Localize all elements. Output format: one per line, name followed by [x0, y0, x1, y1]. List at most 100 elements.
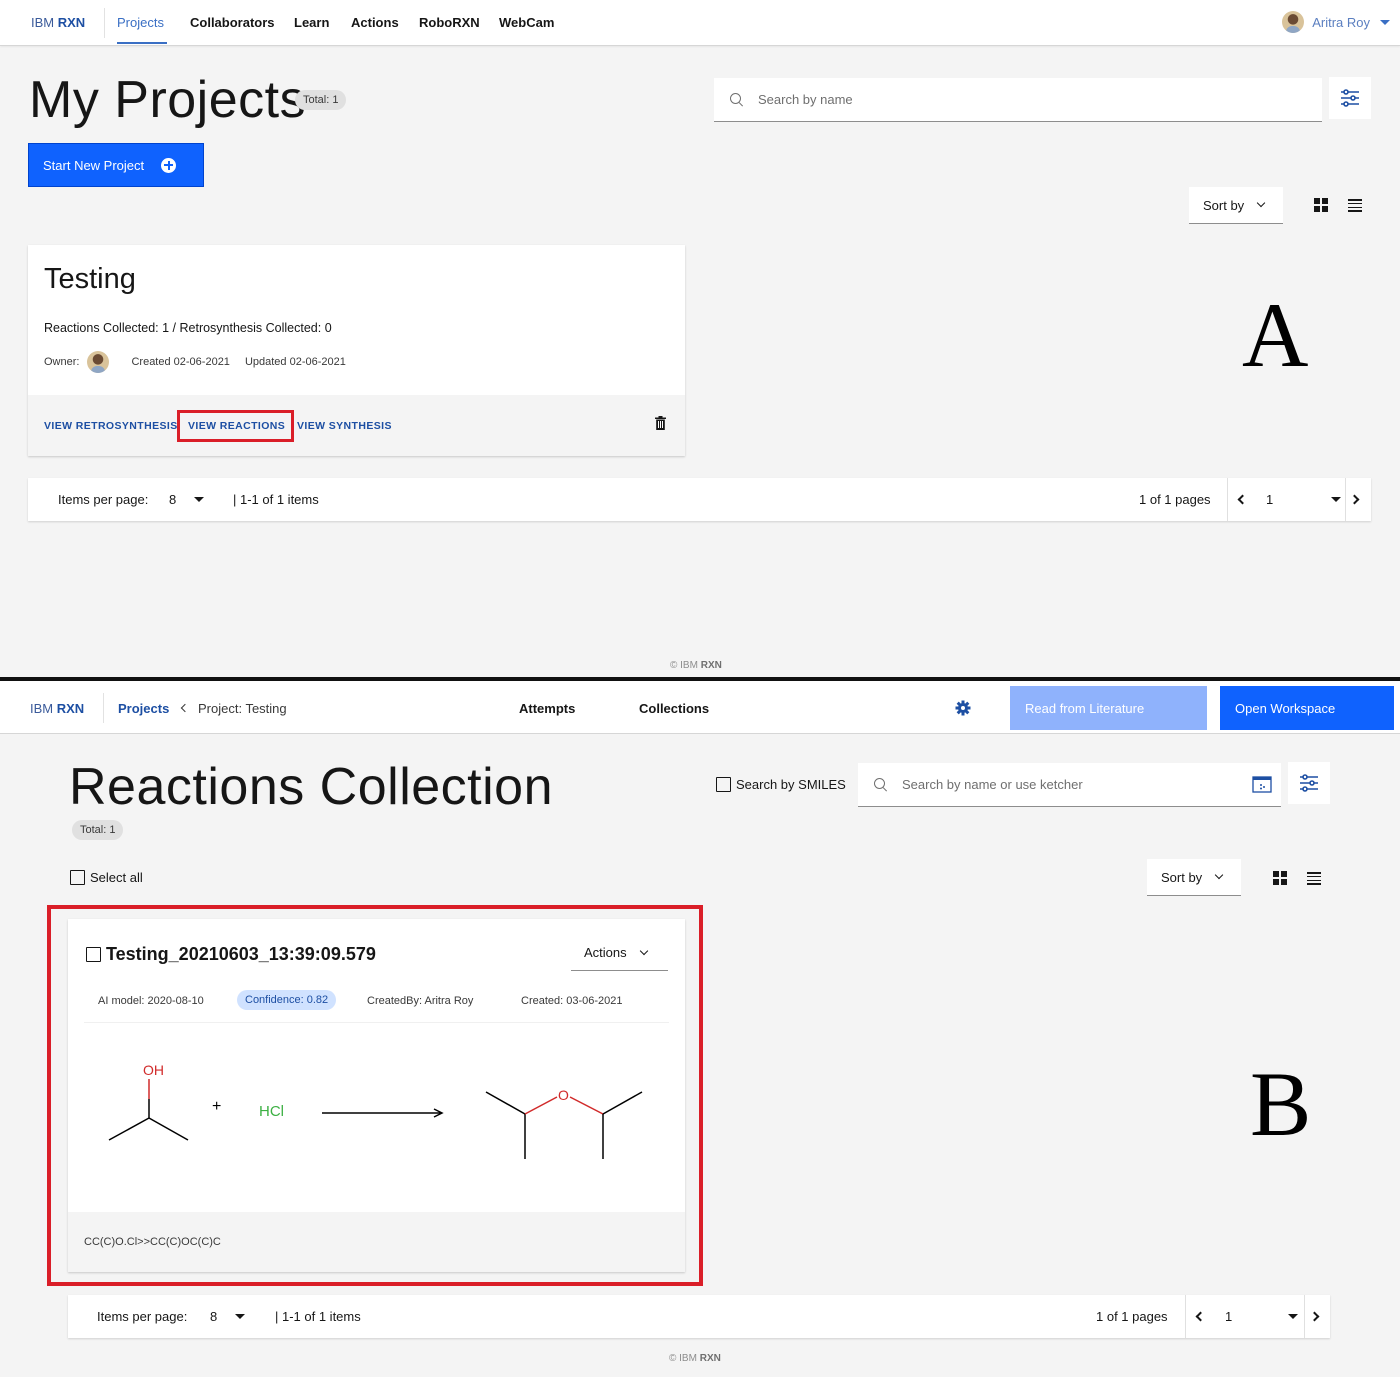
page-select[interactable]: 1 — [1225, 1309, 1299, 1324]
reaction-select-checkbox[interactable] — [86, 947, 101, 962]
select-all-checkbox[interactable] — [70, 870, 85, 885]
items-range: | 1-1 of 1 items — [233, 492, 319, 507]
project-card[interactable]: Testing Reactions Collected: 1 / Retrosy… — [28, 245, 685, 456]
open-workspace-button[interactable]: Open Workspace — [1220, 686, 1394, 730]
next-page-icon[interactable] — [1349, 494, 1360, 505]
breadcrumb-projects[interactable]: Projects — [118, 701, 169, 716]
panel-label-a: A — [1242, 284, 1309, 386]
prev-page-icon[interactable] — [1237, 494, 1248, 505]
view-retrosynthesis-link[interactable]: VIEW RETROSYNTHESIS — [44, 420, 178, 432]
caret-down-icon — [235, 1314, 246, 1319]
sort-by-dropdown[interactable]: Sort by — [1189, 187, 1283, 224]
items-range: | 1-1 of 1 items — [275, 1309, 361, 1324]
owner-avatar — [87, 351, 110, 373]
footer-brand-name: RXN — [700, 660, 722, 671]
list-view-icon[interactable] — [1307, 872, 1321, 885]
tab-collections[interactable]: Collections — [639, 701, 709, 716]
trash-icon[interactable] — [655, 416, 666, 430]
pager-divider — [1304, 1295, 1305, 1338]
gear-icon[interactable] — [955, 700, 971, 716]
total-badge: Total: 1 — [295, 90, 347, 110]
reactant-isopropanol: OH — [108, 1062, 189, 1141]
nav-divider — [103, 693, 104, 723]
next-page-icon[interactable] — [1309, 1311, 1320, 1322]
user-menu[interactable]: Aritra Roy — [1282, 11, 1390, 33]
start-new-project-label: Start New Project — [43, 157, 145, 173]
chevron-down-icon — [1256, 198, 1266, 208]
copyright-symbol: © — [670, 660, 678, 671]
search-by-smiles-toggle[interactable]: Search by SMILES — [716, 777, 846, 792]
project-card-footer: VIEW RETROSYNTHESIS VIEW REACTIONS VIEW … — [28, 395, 685, 456]
nav-actions[interactable]: Actions — [351, 15, 399, 30]
panel-a-my-projects: IBM RXN Projects Collaborators Learn Act… — [0, 0, 1400, 677]
search-icon — [729, 92, 745, 108]
footer-brand-prefix: IBM — [679, 1353, 697, 1364]
nav-learn[interactable]: Learn — [294, 15, 329, 30]
bond-o-c — [569, 1096, 604, 1115]
view-reactions-link[interactable]: VIEW REACTIONS — [188, 420, 285, 432]
reaction-card[interactable]: Testing_20210603_13:39:09.579 Actions AI… — [68, 919, 685, 1272]
view-synthesis-link[interactable]: VIEW SYNTHESIS — [297, 420, 392, 432]
select-all-toggle[interactable]: Select all — [70, 870, 143, 885]
brand-logo[interactable]: IBM RXN — [31, 15, 85, 30]
actions-dropdown[interactable]: Actions — [571, 935, 668, 971]
nav-collaborators[interactable]: Collaborators — [190, 15, 275, 30]
page-select[interactable]: 1 — [1266, 492, 1342, 507]
top-navigation: IBM RXN Projects Collaborators Learn Act… — [0, 0, 1400, 46]
breadcrumb-chevron-icon — [180, 703, 190, 713]
plus-sign: + — [212, 1098, 221, 1115]
nav-webcam[interactable]: WebCam — [499, 15, 554, 30]
updated-date: Updated 02-06-2021 — [244, 356, 346, 368]
nav-roborxn[interactable]: RoboRXN — [419, 15, 480, 30]
bond-c-o — [524, 1096, 558, 1115]
o-label: O — [558, 1087, 569, 1103]
footer-brand-prefix: IBM — [680, 660, 698, 671]
ai-model: AI model: 2020-08-10 — [98, 995, 204, 1007]
current-page: 1 — [1266, 492, 1274, 507]
brand-prefix: IBM — [30, 701, 54, 716]
reaction-arrow — [322, 1108, 444, 1118]
pager-divider — [1185, 1295, 1186, 1338]
sliders-icon — [1341, 89, 1359, 107]
bond-c-ch3-right — [148, 1117, 189, 1141]
created-date: Created: 03-06-2021 — [521, 995, 623, 1007]
search-by-smiles-checkbox[interactable] — [716, 777, 731, 792]
items-per-page-select[interactable]: 8 — [169, 492, 205, 507]
sliders-icon — [1300, 774, 1318, 792]
bond — [485, 1091, 526, 1115]
panel-b-reactions-collection: IBM RXN Projects Project: Testing Attemp… — [0, 681, 1400, 1377]
tab-attempts[interactable]: Attempts — [519, 701, 575, 716]
bond-c-ch3-left — [108, 1117, 150, 1141]
search-field[interactable] — [714, 78, 1322, 122]
nav-projects[interactable]: Projects — [117, 15, 164, 30]
pages-count: 1 of 1 pages — [1139, 492, 1211, 507]
items-per-page-value: 8 — [210, 1309, 218, 1324]
page-title: Reactions Collection — [69, 758, 554, 816]
read-from-literature-button[interactable]: Read from Literature — [1010, 686, 1207, 730]
search-field[interactable] — [858, 763, 1281, 807]
nav-divider — [104, 8, 105, 38]
footer-brand-name: RXN — [699, 1353, 721, 1364]
chevron-down-icon — [1214, 870, 1224, 880]
prev-page-icon[interactable] — [1195, 1311, 1206, 1322]
brand-logo[interactable]: IBM RXN — [30, 701, 84, 716]
oh-label: OH — [143, 1062, 164, 1078]
start-new-project-button[interactable]: Start New Project — [28, 143, 204, 187]
filter-button[interactable] — [1329, 77, 1371, 119]
list-view-icon[interactable] — [1348, 199, 1362, 212]
ketcher-icon[interactable] — [1252, 776, 1272, 793]
search-input[interactable] — [758, 92, 1322, 107]
caret-down-icon — [1288, 1314, 1299, 1319]
items-per-page-select[interactable]: 8 — [210, 1309, 246, 1324]
top-navigation: IBM RXN Projects Project: Testing Attemp… — [0, 681, 1400, 734]
created-date: Created 02-06-2021 — [131, 356, 230, 368]
user-avatar — [1282, 11, 1305, 33]
chevron-down-icon — [639, 946, 648, 955]
grid-view-icon[interactable] — [1314, 198, 1328, 212]
card-divider — [84, 1022, 669, 1023]
search-input[interactable] — [902, 777, 1252, 792]
reaction-card-footer: CC(C)O.Cl>>CC(C)OC(C)C — [68, 1212, 685, 1272]
sort-by-dropdown[interactable]: Sort by — [1147, 859, 1241, 896]
grid-view-icon[interactable] — [1273, 871, 1287, 885]
filter-button[interactable] — [1288, 762, 1330, 804]
